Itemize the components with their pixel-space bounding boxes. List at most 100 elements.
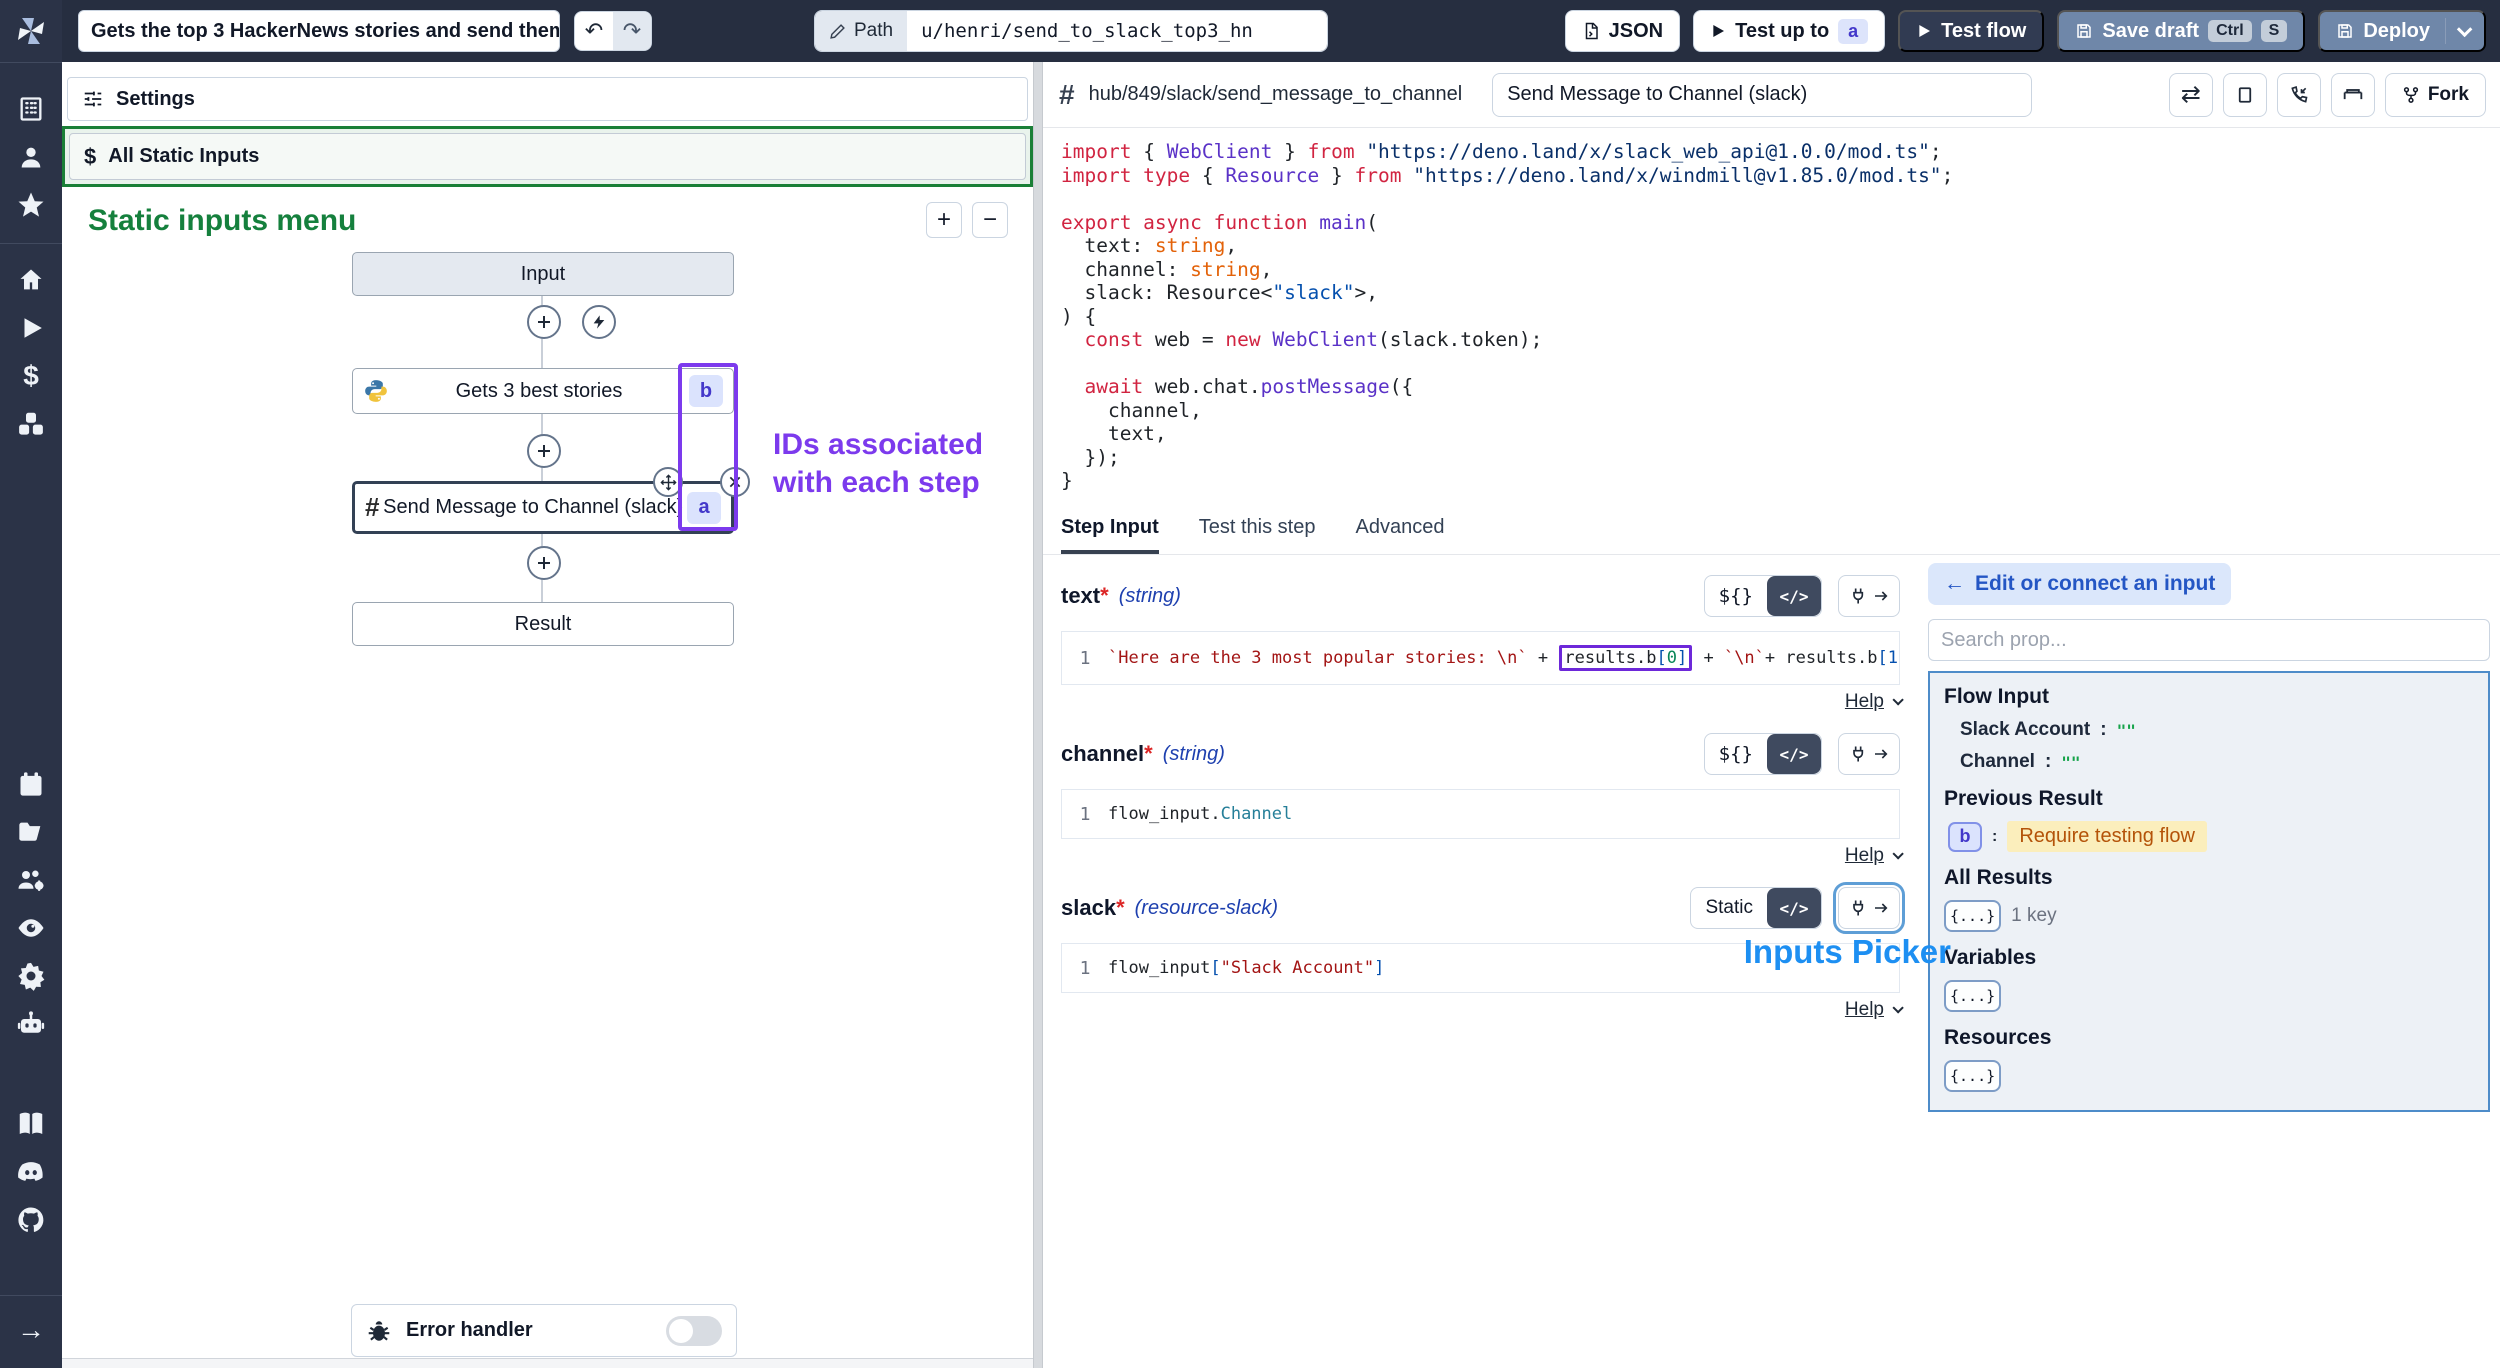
resources-cubes-icon[interactable] bbox=[0, 400, 62, 448]
docs-book-icon[interactable] bbox=[0, 1100, 62, 1148]
step-editor-header: # hub/849/slack/send_message_to_channel … bbox=[1043, 62, 2500, 128]
flow-title-input[interactable]: Gets the top 3 HackerNews stories and se… bbox=[78, 10, 560, 52]
variables-dollar-icon[interactable]: $ bbox=[0, 352, 62, 400]
require-testing-flow-note: Require testing flow bbox=[2007, 821, 2207, 852]
play-icon bbox=[1916, 23, 1932, 39]
schedules-calendar-icon[interactable] bbox=[0, 760, 62, 808]
test-up-to-button[interactable]: Test up to a bbox=[1693, 10, 1885, 52]
prop-row-channel[interactable]: Channel : "" bbox=[1960, 751, 2474, 773]
github-icon[interactable] bbox=[0, 1196, 62, 1244]
add-step-button[interactable] bbox=[527, 434, 561, 468]
undo-button[interactable]: ↶ bbox=[575, 12, 613, 50]
button-divider bbox=[2445, 18, 2446, 44]
python-icon bbox=[363, 378, 389, 404]
test-flow-button[interactable]: Test flow bbox=[1898, 10, 2044, 52]
folders-icon[interactable] bbox=[0, 808, 62, 856]
settings-gear-icon[interactable] bbox=[0, 952, 62, 1000]
runs-play-icon[interactable] bbox=[0, 304, 62, 352]
help-link[interactable]: Help bbox=[1845, 845, 1884, 867]
prop-row-slack-account[interactable]: Slack Account : "" bbox=[1960, 719, 2474, 741]
json-button[interactable]: JSON bbox=[1565, 10, 1680, 52]
field-channel-mode-toggle: ${} </> bbox=[1704, 733, 1822, 775]
user-icon[interactable] bbox=[0, 133, 62, 181]
expand-sidebar-arrow-icon[interactable]: → bbox=[0, 1306, 62, 1354]
all-static-inputs-row[interactable]: $ All Static Inputs bbox=[69, 133, 1026, 180]
chevron-down-icon[interactable] bbox=[2457, 21, 2473, 37]
add-step-button[interactable] bbox=[527, 305, 561, 339]
save-icon bbox=[2336, 22, 2354, 40]
input-node[interactable]: Input bbox=[352, 252, 734, 296]
all-results-object-badge[interactable]: {...} bbox=[1944, 900, 2001, 932]
edit-or-connect-button[interactable]: ← Edit or connect an input bbox=[1928, 563, 2231, 605]
error-handler-toggle[interactable] bbox=[666, 1316, 722, 1346]
panel-resize-handle[interactable] bbox=[1033, 62, 1043, 1368]
board-icon bbox=[2343, 85, 2363, 105]
graph-zoom-controls: + − bbox=[926, 202, 1008, 238]
code-mode-button[interactable]: </> bbox=[1767, 888, 1821, 928]
search-prop-input[interactable] bbox=[1941, 629, 2477, 652]
webhook-call-button[interactable] bbox=[2277, 73, 2321, 117]
save-icon bbox=[2075, 22, 2093, 40]
field-text-header: text* (string) ${} </> bbox=[1061, 575, 1900, 617]
discord-icon[interactable] bbox=[0, 1148, 62, 1196]
zoom-in-button[interactable]: + bbox=[926, 202, 962, 238]
tab-test-this-step[interactable]: Test this step bbox=[1199, 505, 1316, 554]
reload-icon-button[interactable]: ⇄ bbox=[2169, 73, 2213, 117]
resources-object-badge[interactable]: {...} bbox=[1944, 1060, 2001, 1092]
groups-icon[interactable] bbox=[0, 856, 62, 904]
connect-input-button[interactable] bbox=[1838, 733, 1900, 775]
trigger-bolt-button[interactable] bbox=[582, 305, 616, 339]
deploy-button[interactable]: Deploy bbox=[2318, 10, 2486, 52]
static-mode-button[interactable]: ${} bbox=[1705, 576, 1767, 616]
windmill-logo[interactable] bbox=[0, 0, 62, 62]
chevron-down-icon[interactable] bbox=[1892, 1002, 1903, 1013]
favorites-star-icon[interactable] bbox=[0, 181, 62, 229]
zoom-out-button[interactable]: − bbox=[972, 202, 1008, 238]
step-code-editor[interactable]: import { WebClient } from "https://deno.… bbox=[1043, 128, 2500, 505]
code-line: text, bbox=[1061, 422, 2500, 446]
connect-input-button-highlighted[interactable] bbox=[1838, 887, 1900, 929]
field-text-editor[interactable]: 1 `Here are the 3 most popular stories: … bbox=[1061, 631, 1900, 685]
left-nav-rail: $ → bbox=[0, 0, 62, 1368]
prev-step-id-badge[interactable]: b bbox=[1948, 822, 1982, 852]
move-step-handle[interactable] bbox=[653, 467, 683, 497]
kanban-board-button[interactable] bbox=[2331, 73, 2375, 117]
step-summary-input[interactable]: Send Message to Channel (slack) bbox=[1492, 73, 2032, 117]
redo-button[interactable]: ↷ bbox=[613, 12, 651, 50]
connect-input-button[interactable] bbox=[1838, 575, 1900, 617]
search-prop-box bbox=[1928, 619, 2490, 661]
variables-object-badge[interactable]: {...} bbox=[1944, 980, 2001, 1012]
fork-button[interactable]: Fork bbox=[2385, 73, 2486, 117]
audit-eye-icon[interactable] bbox=[0, 904, 62, 952]
chevron-down-icon[interactable] bbox=[1892, 694, 1903, 705]
tab-advanced[interactable]: Advanced bbox=[1355, 505, 1444, 554]
home-icon[interactable] bbox=[0, 256, 62, 304]
robot-icon[interactable] bbox=[0, 1000, 62, 1048]
slack-hash-icon: # bbox=[1059, 79, 1075, 111]
field-channel-editor[interactable]: 1 flow_input.Channel bbox=[1061, 789, 1900, 839]
path-input[interactable]: u/henri/send_to_slack_top3_hn bbox=[907, 11, 1327, 51]
all-results-title: All Results bbox=[1944, 866, 2474, 890]
chevron-down-icon[interactable] bbox=[1892, 848, 1903, 859]
save-draft-button[interactable]: Save draft Ctrl S bbox=[2057, 10, 2305, 52]
workspace-icon[interactable] bbox=[0, 85, 62, 133]
tab-step-input[interactable]: Step Input bbox=[1061, 505, 1159, 554]
help-link[interactable]: Help bbox=[1845, 691, 1884, 713]
step-id-badge-b: b bbox=[689, 375, 723, 407]
step-node-b[interactable]: Gets 3 best stories b bbox=[352, 368, 734, 414]
prop-picker: Flow Input Slack Account : "" Channel : … bbox=[1928, 671, 2490, 1112]
field-text-help: Help bbox=[1061, 691, 1900, 713]
topbar: Gets the top 3 HackerNews stories and se… bbox=[62, 0, 2500, 62]
expand-editor-button[interactable] bbox=[2223, 73, 2267, 117]
code-mode-button[interactable]: </> bbox=[1767, 576, 1821, 616]
static-mode-button[interactable]: Static bbox=[1691, 888, 1767, 928]
delete-step-button[interactable] bbox=[720, 467, 750, 497]
add-step-button[interactable] bbox=[527, 546, 561, 580]
static-mode-button[interactable]: ${} bbox=[1705, 734, 1767, 774]
rail-divider bbox=[0, 243, 62, 244]
result-node[interactable]: Result bbox=[352, 602, 734, 646]
field-channel-help: Help bbox=[1061, 845, 1900, 867]
help-link[interactable]: Help bbox=[1845, 999, 1884, 1021]
code-mode-button[interactable]: </> bbox=[1767, 734, 1821, 774]
flow-settings-row[interactable]: Settings bbox=[67, 77, 1028, 121]
